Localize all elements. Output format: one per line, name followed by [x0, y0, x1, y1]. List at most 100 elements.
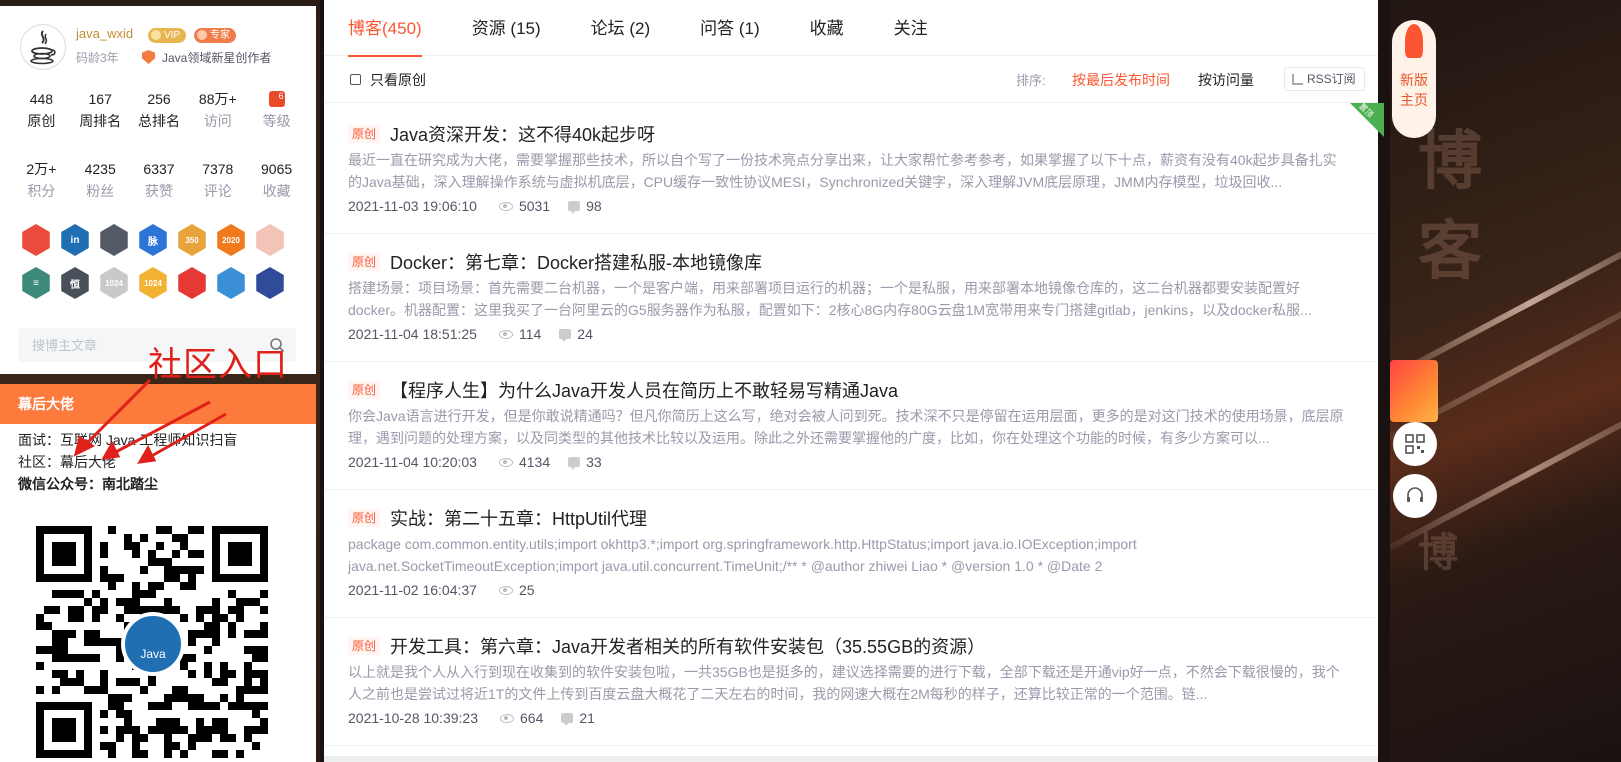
original-tag: 原创 — [348, 637, 381, 655]
original-tag: 原创 — [348, 253, 381, 271]
article-summary[interactable]: 以上就是我个人从入行到现在收集到的软件安装包啦，一共35GB也是挺多的，建议选择… — [348, 661, 1348, 705]
eye-icon — [498, 329, 513, 339]
tab-5[interactable]: 关注 — [894, 0, 928, 56]
qr-logo-label: Java — [140, 647, 166, 661]
article-date: 2021-10-28 10:39:23 — [348, 710, 478, 726]
maimai-badge-icon[interactable]: 脉 — [139, 224, 167, 256]
views-count: 4134 — [518, 454, 551, 470]
stat-favorites: 9065 收藏 — [247, 158, 306, 202]
stat-label: 收藏 — [262, 183, 291, 199]
tab-1[interactable]: 资源 (15) — [472, 0, 541, 56]
profile-card: java_wxid VIP 专家 码龄3年 Java领域新星创作者 448 原创… — [0, 6, 316, 322]
only-original-checkbox[interactable] — [350, 74, 361, 85]
article-item[interactable]: 原创 实战：第二十五章：HttpUtil代理 package com.common.… — [324, 487, 1378, 618]
2020-badge-icon[interactable]: 2020 — [217, 224, 245, 256]
github-badge-icon[interactable] — [100, 224, 128, 256]
article-comments: 98 — [568, 198, 602, 214]
article-meta: 2021-11-04 10:20:03 4134 33 — [348, 454, 602, 470]
code-age: 码龄3年 — [76, 51, 119, 65]
article-summary[interactable]: package com.common.entity.utils;import o… — [348, 533, 1348, 577]
350-badge-icon[interactable]: 350 — [178, 224, 206, 256]
views-count: 25 — [518, 582, 535, 598]
comment-icon — [568, 201, 581, 214]
views-count: 5031 — [518, 198, 551, 214]
tab-2[interactable]: 论坛 (2) — [591, 0, 651, 56]
article-title[interactable]: Java资深开发：这不得40k起步呀 — [390, 121, 655, 147]
community-line[interactable]: 社区：幕后大佬 — [18, 452, 116, 472]
stat-level[interactable]: 等级 — [247, 85, 306, 132]
wechat-line: 微信公众号：南北踏尘 — [18, 476, 158, 492]
article-title[interactable]: Docker：第七章：Docker搭建私服-本地镜像库 — [390, 249, 762, 275]
article-views: 5031 — [498, 198, 551, 214]
filter-bar: 只看原创 排序: 按最后发布时间 按访问量 RSS订阅 — [324, 57, 1378, 103]
username[interactable]: java_wxid — [76, 26, 133, 41]
custom-module-title: 幕后大佬 — [0, 384, 316, 424]
1024-gold-badge-icon[interactable]: 1024 — [139, 267, 167, 299]
comment-icon — [561, 713, 574, 726]
tab-3[interactable]: 问答 (1) — [700, 0, 760, 56]
level-icon — [268, 85, 285, 107]
article-meta: 2021-11-03 19:06:10 5031 98 — [348, 198, 602, 214]
stat-value: 167 — [88, 91, 112, 107]
article-title[interactable]: 开发工具：第六章：Java开发者相关的所有软件安装包（35.55GB的资源） — [390, 633, 985, 659]
article-comments: 21 — [561, 710, 595, 726]
1024-badge-icon[interactable]: 1024 — [100, 267, 128, 299]
headset-icon — [1407, 487, 1423, 502]
robot-badge-icon[interactable] — [217, 267, 245, 299]
sort-by-latest[interactable]: 按最后发布时间 — [1072, 70, 1170, 90]
rss-button[interactable]: RSS订阅 — [1284, 67, 1365, 91]
java-logo-icon — [30, 30, 56, 65]
list-badge-icon[interactable]: ≡ — [22, 267, 50, 299]
rocket-icon — [1405, 24, 1423, 58]
creator-title-text: Java领域新星创作者 — [162, 51, 272, 65]
article-item[interactable]: 原创 Docker：第七章：Docker搭建私服-本地镜像库 搭建场景：项目场景：首… — [324, 231, 1378, 362]
tab-4[interactable]: 收藏 — [810, 0, 844, 56]
constant-badge-icon[interactable]: 恒 — [61, 267, 89, 299]
article-item[interactable]: 原创 Java资深开发：这不得40k起步呀 最近一直在研究成为大佬，需要掌握那些技术… — [324, 103, 1378, 234]
promo-box-icon[interactable] — [1390, 360, 1438, 422]
qrcode-icon — [1405, 434, 1425, 454]
comments-count: 33 — [586, 454, 602, 470]
article-views: 25 — [498, 582, 535, 598]
article-date: 2021-11-02 16:04:37 — [348, 582, 477, 598]
stat-value: 448 — [29, 91, 54, 107]
stat-label: 等级 — [262, 113, 291, 129]
new-homepage-button[interactable]: 新版主页 — [1392, 20, 1436, 138]
mascot-badge-icon[interactable] — [256, 224, 284, 256]
only-original-label[interactable]: 只看原创 — [370, 70, 426, 90]
article-comments: 33 — [568, 454, 602, 470]
stat-likes: 6337 获赞 — [130, 158, 189, 202]
stat-original[interactable]: 448 原创 — [12, 88, 71, 132]
article-date: 2021-11-03 19:06:10 — [348, 198, 477, 214]
article-title[interactable]: 【程序人生】为什么Java开发人员在简历上不敢轻易写精通Java — [390, 377, 898, 403]
stat-label: 积分 — [27, 183, 56, 199]
background-decor-char: 客 — [1418, 214, 1482, 289]
linkedin-badge-icon[interactable]: in — [61, 224, 89, 256]
tab-0[interactable]: 博客(450) — [348, 0, 422, 57]
creator-title[interactable]: Java领域新星创作者 — [142, 49, 271, 66]
qrcode-button[interactable] — [1393, 422, 1437, 466]
original-tag: 原创 — [348, 381, 381, 399]
article-summary[interactable]: 搭建场景：项目场景：首先需要二台机器，一个是客户端，用来部署项目运行的机器；一个… — [348, 277, 1348, 321]
article-title[interactable]: 实战：第二十五章：HttpUtil代理 — [390, 505, 647, 531]
lock-badge-icon[interactable] — [256, 267, 284, 299]
horizontal-scrollbar[interactable] — [324, 756, 1378, 762]
stat-label: 粉丝 — [86, 183, 115, 199]
monkey-badge-icon[interactable] — [22, 224, 50, 256]
article-summary[interactable]: 你会Java语言进行开发，但是你敢说精通吗？但凡你简历上这么写，绝对会被人问到死… — [348, 405, 1348, 449]
sort-by-views[interactable]: 按访问量 — [1198, 70, 1254, 90]
avatar[interactable] — [20, 24, 66, 70]
pen-badge-icon[interactable] — [178, 267, 206, 299]
article-item[interactable]: 原创 开发工具：第六章：Java开发者相关的所有软件安装包（35.55GB的资源）… — [324, 615, 1378, 746]
stat-value: 9065 — [261, 161, 293, 177]
article-summary[interactable]: 最近一直在研究成为大佬，需要掌握那些技术，所以自个写了一份技术亮点分享出来，让大… — [348, 149, 1348, 193]
stat-weekly-rank[interactable]: 167 周排名 — [71, 88, 130, 132]
interview-line[interactable]: 面试：互联网 Java 工程师知识扫盲 — [18, 430, 237, 450]
stat-fans[interactable]: 4235 粉丝 — [71, 158, 130, 202]
stat-total-rank[interactable]: 256 总排名 — [130, 88, 189, 132]
main-content: 博客(450) 资源 (15) 论坛 (2) 问答 (1) 收藏 关注 只看原创 排序: … — [324, 0, 1384, 762]
comments-count: 24 — [577, 326, 593, 342]
customer-service-button[interactable] — [1393, 474, 1437, 518]
stat-label: 原创 — [27, 113, 56, 129]
article-item[interactable]: 原创 【程序人生】为什么Java开发人员在简历上不敢轻易写精通Java 你会Java… — [324, 359, 1378, 490]
